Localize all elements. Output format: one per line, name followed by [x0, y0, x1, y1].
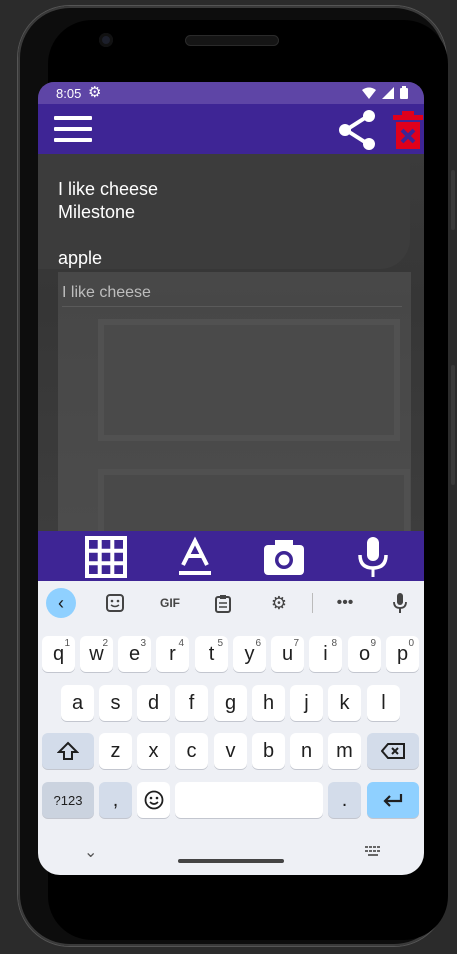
key-b[interactable]: b — [252, 733, 285, 769]
signal-icon — [382, 86, 394, 99]
backspace-key[interactable] — [367, 733, 419, 769]
status-icons — [362, 86, 408, 99]
earpiece-speaker — [185, 35, 279, 46]
key-z[interactable]: z — [99, 733, 132, 769]
comma-key[interactable]: , — [99, 782, 132, 818]
divider — [312, 593, 313, 613]
key-e[interactable]: e3 — [118, 636, 151, 672]
editor-toolbar — [38, 531, 424, 581]
key-h[interactable]: h — [252, 685, 285, 721]
note-title: apple — [58, 248, 103, 268]
key-q[interactable]: q1 — [42, 636, 75, 672]
key-k[interactable]: k — [328, 685, 361, 721]
screen: 8:05 ⚙ I like cheese Milestone apple I l… — [38, 82, 424, 875]
key-w[interactable]: w2 — [80, 636, 113, 672]
wifi-icon — [362, 87, 376, 99]
microphone-icon[interactable] — [351, 535, 395, 579]
note-body: I like cheese Milestone — [58, 178, 158, 224]
key-n[interactable]: n — [290, 733, 323, 769]
key-y[interactable]: y6 — [233, 636, 266, 672]
note-line: I like cheese — [58, 179, 159, 199]
more-icon[interactable]: ••• — [332, 585, 358, 621]
backspace-icon — [381, 743, 405, 759]
note-text-input[interactable]: I like cheese — [62, 284, 402, 307]
key-o[interactable]: o9 — [348, 636, 381, 672]
settings-icon[interactable]: ⚙ — [266, 585, 292, 621]
key-f[interactable]: f — [175, 685, 208, 721]
emoji-icon — [144, 790, 163, 810]
grid-icon[interactable] — [84, 535, 128, 579]
key-s[interactable]: s — [99, 685, 132, 721]
volume-button — [451, 365, 455, 485]
home-gesture-bar[interactable] — [178, 859, 284, 863]
note-line: Milestone — [58, 202, 136, 222]
clipboard-icon[interactable] — [210, 585, 236, 621]
enter-icon — [383, 794, 403, 807]
symbols-key[interactable]: ?123 — [42, 782, 94, 818]
settings-gear-icon: ⚙ — [88, 84, 102, 101]
key-t[interactable]: t5 — [195, 636, 228, 672]
key-g[interactable]: g — [214, 685, 247, 721]
key-a[interactable]: a — [61, 685, 94, 721]
front-camera — [99, 33, 113, 47]
key-x[interactable]: x — [137, 733, 170, 769]
sticker-icon[interactable] — [102, 585, 128, 621]
mic-icon[interactable] — [388, 585, 412, 621]
back-chevron-icon[interactable]: ‹ — [46, 585, 76, 621]
power-button — [451, 170, 455, 230]
status-time: 8:05 — [56, 86, 82, 101]
note-content: I like cheese Milestone apple I like che… — [38, 154, 424, 571]
key-i[interactable]: i8 — [309, 636, 342, 672]
key-d[interactable]: d — [137, 685, 170, 721]
hide-keyboard-chevron-icon[interactable]: ⌄ — [84, 842, 97, 862]
key-c[interactable]: c — [175, 733, 208, 769]
menu-icon[interactable] — [54, 116, 92, 142]
text-format-icon[interactable] — [173, 535, 217, 579]
key-v[interactable]: v — [214, 733, 247, 769]
key-l[interactable]: l — [367, 685, 400, 721]
period-key[interactable]: . — [328, 782, 361, 818]
enter-key[interactable] — [367, 782, 419, 818]
share-icon[interactable] — [336, 108, 380, 152]
key-r[interactable]: r4 — [156, 636, 189, 672]
trash-icon[interactable] — [392, 110, 424, 150]
shift-icon — [57, 741, 79, 760]
keyboard-switch-icon[interactable] — [365, 846, 381, 858]
keyboard: ‹ GIF ⚙ ••• q1 w2 e3 r4 t5 y6 u7 i8 o9 p… — [38, 581, 424, 875]
battery-icon — [400, 86, 408, 99]
note-editor-panel: I like cheese — [58, 272, 411, 534]
emoji-key[interactable] — [137, 782, 170, 818]
key-p[interactable]: p0 — [386, 636, 419, 672]
camera-icon[interactable] — [262, 535, 306, 579]
status-bar: 8:05 ⚙ — [38, 82, 424, 104]
key-u[interactable]: u7 — [271, 636, 304, 672]
gif-button[interactable]: GIF — [154, 585, 186, 621]
key-j[interactable]: j — [290, 685, 323, 721]
app-bar — [38, 104, 424, 154]
space-key[interactable] — [175, 782, 323, 818]
key-m[interactable]: m — [328, 733, 361, 769]
shift-key[interactable] — [42, 733, 94, 769]
